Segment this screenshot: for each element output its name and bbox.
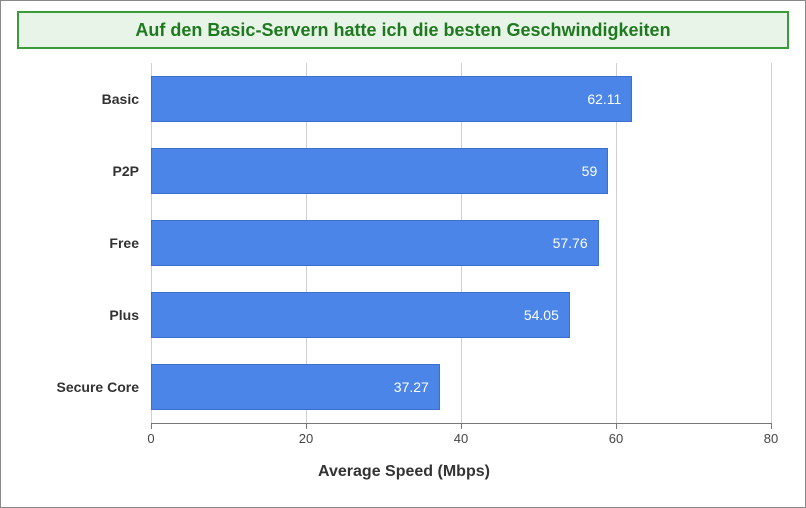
x-tick — [151, 423, 152, 429]
category-label: Secure Core — [57, 379, 151, 395]
category-label: Free — [109, 235, 151, 251]
x-tick-label: 60 — [609, 431, 623, 446]
bar-basic: 62.11 — [151, 76, 632, 122]
x-tick — [616, 423, 617, 429]
bar-row-free: Free 57.76 — [151, 220, 599, 266]
bar-plus: 54.05 — [151, 292, 570, 338]
bar-secure-core: 37.27 — [151, 364, 440, 410]
x-tick-label: 20 — [299, 431, 313, 446]
chart-title: Auf den Basic-Servern hatte ich die best… — [17, 11, 789, 49]
x-tick-label: 80 — [764, 431, 778, 446]
category-label: Plus — [109, 307, 151, 323]
bar-value-label: 57.76 — [553, 235, 588, 251]
x-axis-title: Average Speed (Mbps) — [1, 463, 806, 481]
bar-free: 57.76 — [151, 220, 599, 266]
chart-frame: { "title": "Auf den Basic-Servern hatte … — [0, 0, 806, 508]
plot-area: 0 20 40 60 80 Basic 62.11 P2P 59 Free — [151, 63, 771, 423]
grid-line — [771, 63, 772, 423]
category-label: P2P — [113, 163, 151, 179]
bar-row-basic: Basic 62.11 — [151, 76, 632, 122]
bar-value-label: 54.05 — [524, 307, 559, 323]
bar-value-label: 37.27 — [394, 379, 429, 395]
bar-p2p: 59 — [151, 148, 608, 194]
category-label: Basic — [102, 91, 151, 107]
x-tick — [306, 423, 307, 429]
bar-row-secure-core: Secure Core 37.27 — [151, 364, 440, 410]
x-tick-label: 0 — [147, 431, 154, 446]
bar-row-p2p: P2P 59 — [151, 148, 608, 194]
bar-row-plus: Plus 54.05 — [151, 292, 570, 338]
x-tick — [771, 423, 772, 429]
bar-value-label: 62.11 — [587, 91, 621, 107]
x-tick-label: 40 — [454, 431, 468, 446]
x-tick — [461, 423, 462, 429]
bar-value-label: 59 — [582, 163, 598, 179]
